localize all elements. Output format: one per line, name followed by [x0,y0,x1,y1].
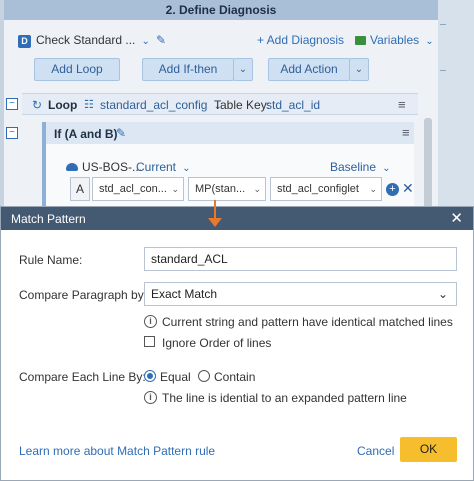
table-source-icon: ☷ [84,99,94,111]
right-strip [438,0,474,210]
operator-select[interactable]: MP(stan... ⌄ [188,177,266,201]
collapse-if-icon[interactable]: − [6,127,18,139]
variables-menu[interactable]: Variables ⌄ [370,33,434,47]
chevron-down-icon: ⌄ [138,36,153,47]
equal-radio-label: Equal [160,370,191,384]
add-if-then-button[interactable]: Add If-then [142,58,234,81]
collapse-loop-icon[interactable]: − [6,98,18,110]
chevron-down-icon: ⌄ [437,287,448,301]
pencil-icon[interactable]: ✎ [116,126,126,140]
info-icon: i [144,391,157,404]
strip-tick [440,70,446,71]
equal-radio[interactable] [144,370,156,382]
current-select[interactable]: Current ⌄ [136,160,191,174]
if-label: If (A and B) [54,127,118,141]
variables-icon [355,36,366,45]
add-loop-button[interactable]: Add Loop [34,58,120,81]
match-pattern-dialog: Match Pattern ✕ Rule Name: Compare Parag… [0,206,474,481]
operand-label: A [70,177,90,201]
contain-radio[interactable] [198,370,210,382]
diagnosis-name-label: Check Standard ... [36,33,136,47]
add-action-dropdown[interactable]: ⌄ [349,58,369,81]
loop-label: Loop [48,98,78,112]
cancel-button[interactable]: Cancel [357,444,394,458]
chevron-down-icon: ⌄ [253,184,261,194]
dialog-title: Match Pattern [11,212,86,226]
add-diagnosis-link[interactable]: + Add Diagnosis [257,33,344,47]
if-block: If (A and B) ✎ ≡ US-BOS-... Current ⌄ Ba… [42,122,414,210]
right-operand-value: std_acl_configlet [277,183,359,195]
close-icon[interactable]: ✕ [450,209,463,227]
left-operand-select[interactable]: std_acl_con... ⌄ [92,177,184,201]
rule-name-label: Rule Name: [19,253,83,267]
app-root: 2. Define Diagnosis D Check Standard ...… [0,0,474,481]
chevron-down-icon: ⌄ [422,36,434,47]
chevron-down-icon: ⌄ [379,163,391,174]
loop-menu-icon[interactable]: ≡ [398,97,406,112]
device-label: US-BOS-... [82,160,143,174]
compare-paragraph-label: Compare Paragraph by: [19,288,148,302]
ignore-order-label: Ignore Order of lines [162,336,272,350]
remove-condition-icon[interactable]: ✕ [402,180,414,197]
compare-line-label: Compare Each Line By: [19,370,146,384]
loop-source-label: standard_acl_config [100,98,208,112]
ignore-order-checkbox[interactable] [144,336,155,347]
rule-name-input[interactable] [144,247,457,271]
section-header: 2. Define Diagnosis [4,0,438,20]
if-header: If (A and B) ✎ ≡ [46,122,414,144]
loop-source-select[interactable]: standard_acl_config ⌄ [100,98,222,112]
learn-more-link[interactable]: Learn more about Match Pattern rule [19,444,215,458]
contain-radio-label: Contain [214,370,256,384]
diagnosis-name-select[interactable]: Check Standard ... ⌄ ✎ [36,33,166,47]
chevron-down-icon: ⌄ [179,163,191,174]
down-arrow-head [208,218,222,227]
info-icon: i [144,315,157,328]
table-key-label: Table Key: [214,98,271,112]
compare-paragraph-info: Current string and pattern have identica… [162,315,453,329]
left-operand-value: std_acl_con... [99,183,167,195]
baseline-select[interactable]: Baseline ⌄ [330,160,391,174]
compare-paragraph-select[interactable]: Exact Match ⌄ [144,282,457,306]
table-key-select[interactable]: std_acl_id [266,98,320,112]
chevron-down-icon: ⌄ [171,184,179,194]
variables-label: Variables [370,33,420,47]
add-condition-icon[interactable]: + [386,183,399,196]
diagnosis-type-icon: D [18,35,31,48]
strip-tick [440,24,446,25]
device-icon [66,163,78,171]
add-action-button[interactable]: Add Action [268,58,350,81]
operator-value: MP(stan... [195,183,246,195]
add-if-then-dropdown[interactable]: ⌄ [233,58,253,81]
ok-button[interactable]: OK [400,437,457,462]
chevron-down-icon: ⌄ [369,184,377,194]
right-operand-select[interactable]: std_acl_configlet ⌄ [270,177,382,201]
compare-line-info: The line is idential to an expanded patt… [162,391,407,405]
if-menu-icon[interactable]: ≡ [402,125,410,140]
dialog-header: Match Pattern ✕ [1,207,473,230]
diagnosis-toolbar: D Check Standard ... ⌄ ✎ + Add Diagnosis… [10,28,434,52]
loop-row: ↻ Loop ☷ standard_acl_config ⌄ Table Key… [22,93,418,115]
left-edge [0,0,4,210]
define-diagnosis-panel: 2. Define Diagnosis D Check Standard ...… [0,0,474,210]
scrollbar[interactable] [424,118,432,210]
current-label: Current [136,160,177,174]
pencil-icon[interactable]: ✎ [156,33,166,47]
loop-icon: ↻ [32,98,43,112]
baseline-label: Baseline [330,160,377,174]
compare-paragraph-value: Exact Match [151,287,218,301]
